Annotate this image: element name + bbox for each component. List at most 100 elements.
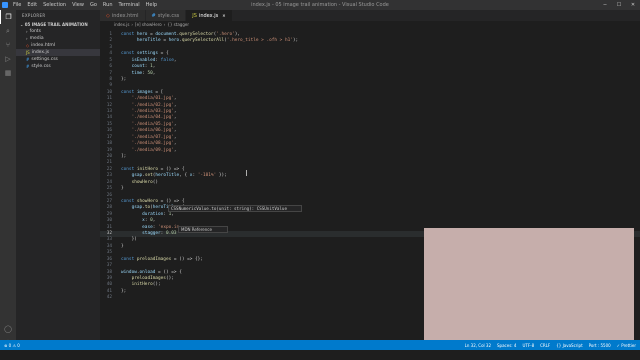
status-problems[interactable]: ⊗ 0 ⚠ 0 <box>4 343 20 348</box>
code-line[interactable]: 21 <box>100 160 121 166</box>
code-line[interactable]: 30 x: 0, <box>100 218 156 224</box>
menu-help[interactable]: Help <box>143 0 160 10</box>
line-number: 7 <box>109 70 112 76</box>
line-number: 26 <box>106 192 112 198</box>
menu-edit[interactable]: Edit <box>24 0 40 10</box>
code-line[interactable]: 11 './media/01.jpg', <box>100 96 177 102</box>
code-line[interactable]: 6 count: 1, <box>100 64 155 70</box>
menu-terminal[interactable]: Terminal <box>116 0 143 10</box>
code-token: './media/06.jpg' <box>131 128 174 134</box>
tab-style-css[interactable]: # style.css <box>145 10 187 21</box>
code-line[interactable]: 23 gsap.set(heroTitle, { x: '-101%' }); <box>100 173 227 179</box>
vscode-logo-icon <box>0 0 10 10</box>
close-icon[interactable]: ✕ <box>222 13 225 18</box>
breadcrumb-item[interactable]: [e] showHero <box>135 22 162 27</box>
code-line[interactable]: 26 <box>100 193 121 199</box>
sidebar-item-media[interactable]: › media <box>16 35 100 42</box>
code-token: document <box>155 32 177 37</box>
status-item[interactable]: ✓ Prettier <box>617 343 636 348</box>
code-line[interactable]: 24 showHero() <box>100 180 158 186</box>
menu-view[interactable]: View <box>69 0 87 10</box>
code-line[interactable]: 4 const settings = { <box>100 51 168 57</box>
code-line[interactable]: 16 './media/06.jpg', <box>100 128 177 134</box>
code-line[interactable]: 41}; <box>100 288 127 295</box>
line-number: 24 <box>106 179 112 185</box>
tab-index-js[interactable]: JS index.js ✕ <box>186 10 233 21</box>
code-line[interactable]: 15 './media/05.jpg', <box>100 122 177 128</box>
line-number: 40 <box>106 282 112 288</box>
code-line[interactable]: 27 const showHero = () => { <box>100 199 185 205</box>
code-line[interactable]: 37 <box>100 263 121 269</box>
code-token: time <box>131 70 143 76</box>
code-line[interactable]: 25} <box>100 186 124 192</box>
status-item[interactable]: Port : 5500 <box>589 343 611 348</box>
account-icon[interactable]: ◯ <box>0 322 16 336</box>
code-line[interactable]: 18 './media/08.jpg', <box>100 141 177 147</box>
run-debug-icon[interactable]: ▷ <box>0 52 16 66</box>
extensions-icon[interactable]: ▦ <box>0 66 16 80</box>
search-icon[interactable]: ⌕ <box>0 24 16 38</box>
folder-section[interactable]: ⌄ 05 IMAGE TRAIL ANIMATION <box>16 21 100 28</box>
code-line[interactable]: 29 duration: 1, <box>100 212 174 218</box>
mdn-reference-link[interactable]: MDN Reference <box>178 226 228 233</box>
code-line[interactable]: 19 './media/09.jpg', <box>100 148 177 154</box>
title-bar: File Edit Selection View Go Run Terminal Help i… <box>0 0 640 10</box>
status-item[interactable]: Ln 32, Col 32 <box>465 343 491 348</box>
code-token: '.hero_title > .ofh > h1' <box>226 38 293 44</box>
code-line[interactable]: 36 const preloadImages = () => {}; <box>100 257 203 263</box>
line-number: 41 <box>106 288 112 294</box>
code-line[interactable]: 8}; <box>100 77 126 83</box>
code-line[interactable]: 7 time: 50, <box>100 71 155 77</box>
code-line[interactable]: 38 window.onload = () => { <box>100 270 182 276</box>
menu-file[interactable]: File <box>10 0 24 10</box>
minimize-icon[interactable]: ─ <box>598 0 612 10</box>
explorer-icon[interactable]: ❐ <box>0 10 16 24</box>
code-line[interactable]: 5 isEnabled: false, <box>100 58 176 64</box>
sidebar-item-index-js[interactable]: JS index.js <box>16 49 100 56</box>
code-token: preloadImages <box>136 256 172 262</box>
sidebar-item-style-css[interactable]: # style.css <box>16 63 100 70</box>
maximize-icon[interactable]: ☐ <box>612 0 626 10</box>
code-line[interactable]: 17 './media/07.jpg', <box>100 135 177 141</box>
code-line[interactable]: 9 <box>100 83 121 89</box>
code-line[interactable]: 34} <box>100 244 124 250</box>
close-icon[interactable]: ✕ <box>626 0 640 10</box>
code-token: initHero <box>131 282 153 288</box>
code-line[interactable]: 40 initHero(); <box>100 282 161 288</box>
menu-run[interactable]: Run <box>100 0 116 10</box>
sidebar-item-fonts[interactable]: › fonts <box>16 28 100 35</box>
code-line[interactable]: 12 './media/02.jpg', <box>100 103 177 109</box>
code-token: , <box>173 109 177 115</box>
code-line[interactable]: 14 './media/04.jpg', <box>100 115 177 121</box>
code-line[interactable]: 35 <box>100 250 121 256</box>
status-item[interactable]: {} JavaScript <box>556 343 582 348</box>
code-token: const <box>121 89 137 95</box>
status-item[interactable]: Spaces: 4 <box>497 343 516 348</box>
tab-index-html[interactable]: ◇ index.html <box>100 10 146 21</box>
source-control-icon[interactable]: ⑂ <box>0 38 16 52</box>
line-number: 2 <box>109 38 112 44</box>
status-item[interactable]: UTF-8 <box>522 343 534 348</box>
code-line[interactable]: 42 <box>100 295 121 301</box>
line-number: 25 <box>106 186 112 192</box>
menu-go[interactable]: Go <box>87 0 100 10</box>
code-line[interactable]: 22 const initHero = () => { <box>100 167 185 173</box>
breadcrumb-item[interactable]: index.js <box>114 22 129 27</box>
code-line[interactable]: 20]; <box>100 154 127 160</box>
menu-selection[interactable]: Selection <box>40 0 69 10</box>
code-line[interactable]: 31 ease: 'expo.in <box>100 225 179 231</box>
line-number: 29 <box>106 211 112 217</box>
code-line[interactable]: 2 heroTitle = hero.querySelectorAll('.he… <box>100 38 298 44</box>
code-line[interactable]: 10 const images = [ <box>100 90 164 96</box>
code-line[interactable]: 33 }) <box>100 237 137 243</box>
sidebar-item-index-html[interactable]: ◇ index.html <box>16 42 100 49</box>
code-line[interactable]: 3 <box>100 45 121 51</box>
breadcrumb-item[interactable]: {} stagger <box>167 22 189 27</box>
code-text: const images = [ <box>114 90 163 96</box>
status-item[interactable]: CRLF <box>540 343 550 348</box>
code-token: ); <box>292 38 299 44</box>
sidebar-item-settings-css[interactable]: # settings.css <box>16 56 100 63</box>
